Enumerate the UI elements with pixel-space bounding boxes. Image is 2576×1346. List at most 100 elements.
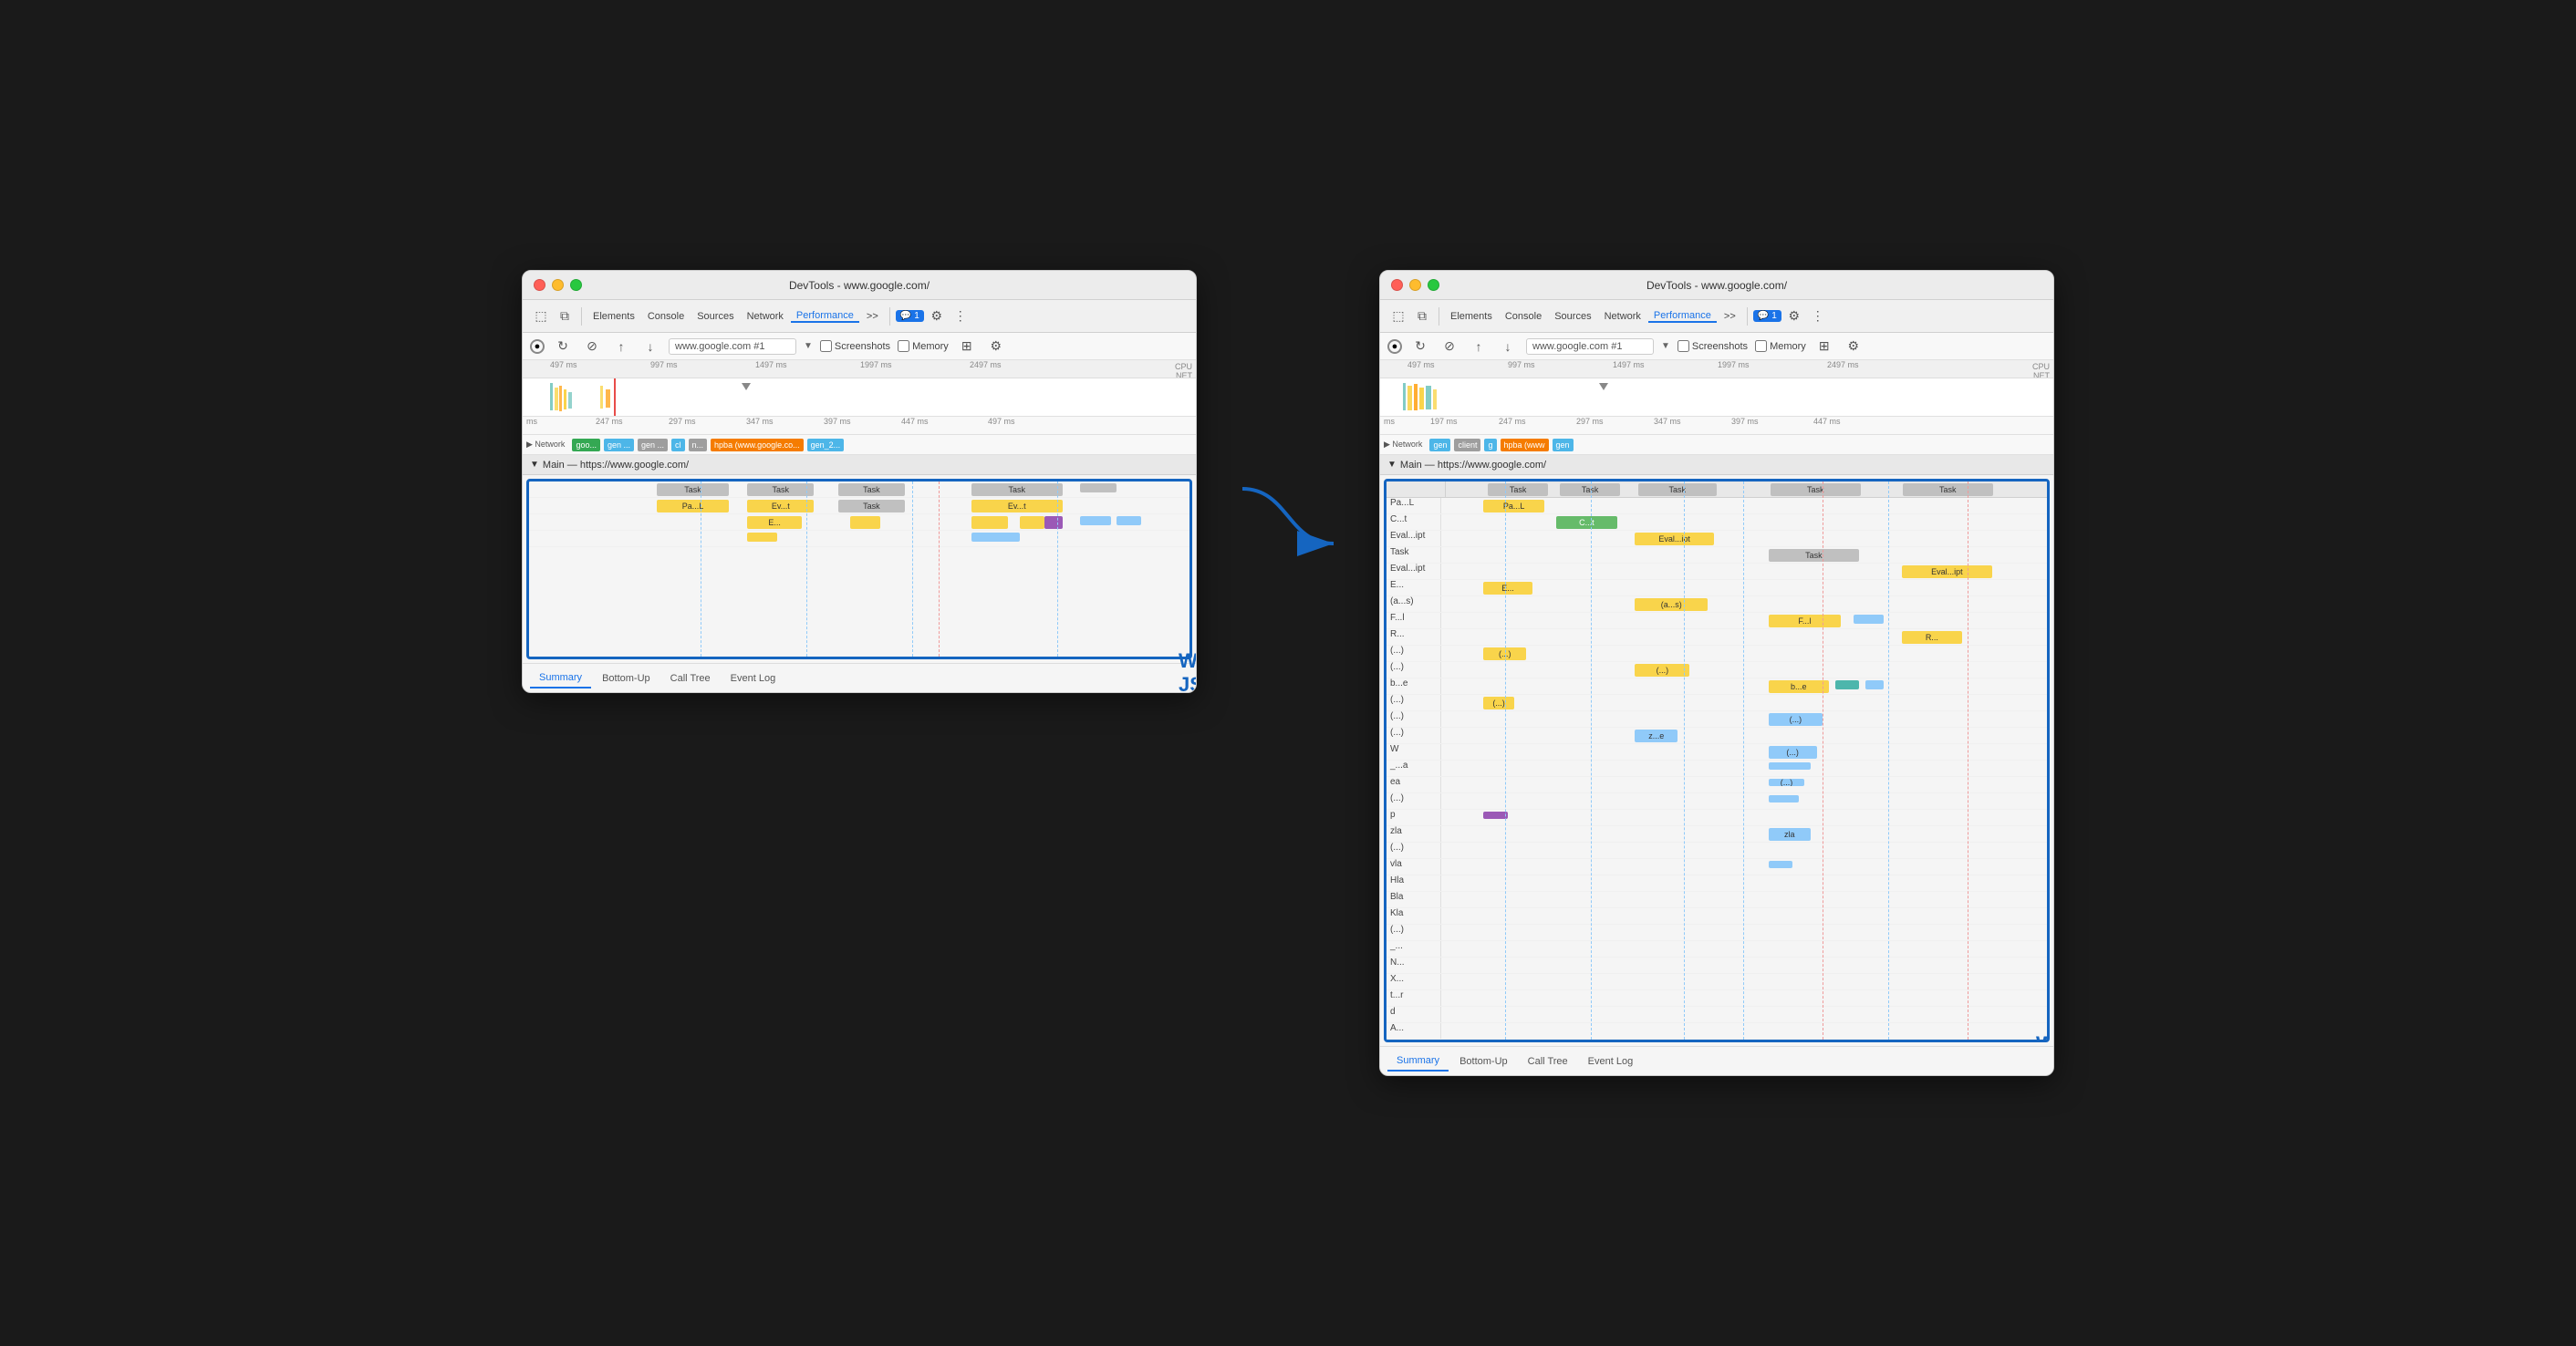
right-header-task2[interactable]: Task — [1560, 483, 1620, 496]
left-bar-task6[interactable]: Task — [838, 500, 905, 513]
right-bar-zla[interactable]: zla — [1769, 828, 1811, 841]
left-tab-sources[interactable]: Sources — [691, 311, 739, 322]
left-stop-icon[interactable]: ⊘ — [581, 336, 603, 357]
left-cursor-icon[interactable]: ⬚ — [530, 305, 552, 327]
left-bar-task5[interactable] — [1080, 483, 1117, 492]
left-memory-checkbox[interactable]: Memory — [898, 340, 949, 352]
right-refresh-icon[interactable]: ↻ — [1409, 336, 1431, 357]
right-bar-p-purple[interactable] — [1483, 812, 1508, 819]
left-tab-summary[interactable]: Summary — [530, 668, 591, 689]
right-bar-paren3[interactable]: (...) — [1483, 697, 1513, 709]
right-settings-icon[interactable]: ⚙ — [1843, 336, 1864, 357]
left-more-icon[interactable]: ⋮ — [950, 305, 971, 327]
left-refresh-icon[interactable]: ↻ — [552, 336, 574, 357]
left-bar-task1[interactable]: Task — [657, 483, 730, 496]
left-bar-yellow-sm1[interactable] — [850, 516, 880, 529]
right-bar-r[interactable]: R... — [1902, 631, 1962, 644]
left-tab-network[interactable]: Network — [742, 311, 789, 322]
left-tab-performance[interactable]: Performance — [791, 310, 859, 323]
right-header-task4[interactable]: Task — [1771, 483, 1861, 496]
left-tab-bottomup[interactable]: Bottom-Up — [593, 669, 660, 688]
right-screenshots-checkbox[interactable]: Screenshots — [1678, 340, 1748, 352]
right-bar-e[interactable]: E... — [1483, 582, 1532, 595]
left-maximize-button[interactable] — [570, 279, 582, 291]
left-bar-lb2[interactable] — [1117, 516, 1141, 525]
left-close-button[interactable] — [534, 279, 545, 291]
left-bar-lb1[interactable] — [1080, 516, 1110, 525]
right-header-task5[interactable]: Task — [1903, 483, 1993, 496]
right-bar-vla[interactable] — [1769, 861, 1793, 868]
left-bar-task2[interactable]: Task — [747, 483, 814, 496]
right-record-icon[interactable]: ● — [1387, 339, 1402, 354]
right-tab-calltree[interactable]: Call Tree — [1519, 1052, 1577, 1071]
right-bar-task[interactable]: Task — [1769, 549, 1860, 562]
right-minimize-button[interactable] — [1409, 279, 1421, 291]
right-tab-sources[interactable]: Sources — [1549, 311, 1596, 322]
left-minimize-button[interactable] — [552, 279, 564, 291]
right-gear-icon[interactable]: ⚙ — [1783, 305, 1805, 327]
left-bar-task4[interactable]: Task — [971, 483, 1063, 496]
right-memory-checkbox[interactable]: Memory — [1755, 340, 1806, 352]
right-tab-console[interactable]: Console — [1500, 311, 1547, 322]
left-tab-more[interactable]: >> — [861, 311, 884, 322]
right-memory-icon[interactable]: ⊞ — [1813, 336, 1835, 357]
left-bar-lbs1[interactable] — [971, 533, 1020, 542]
right-bar-lb-be[interactable] — [1865, 680, 1884, 689]
right-bar-eval1[interactable]: Eval...ipt — [1635, 533, 1713, 545]
right-tab-more[interactable]: >> — [1719, 311, 1741, 322]
right-bar-teal-be[interactable] — [1835, 680, 1860, 689]
left-download-icon[interactable]: ↓ — [639, 336, 661, 357]
right-tab-bottomup[interactable]: Bottom-Up — [1450, 1052, 1517, 1071]
right-bar-be[interactable]: b...e — [1769, 680, 1829, 693]
right-header-task1[interactable]: Task — [1488, 483, 1548, 496]
left-bar-purple1[interactable] — [1044, 516, 1063, 529]
right-bar-a[interactable] — [1769, 762, 1811, 770]
right-url-field[interactable]: www.google.com #1 — [1526, 338, 1654, 355]
right-tab-elements[interactable]: Elements — [1445, 311, 1498, 322]
right-tab-summary[interactable]: Summary — [1387, 1051, 1449, 1072]
left-bar-e[interactable]: E... — [747, 516, 802, 529]
left-layers-icon[interactable]: ⧉ — [554, 305, 576, 327]
right-url-chevron[interactable]: ▼ — [1661, 341, 1670, 351]
right-layers-icon[interactable]: ⧉ — [1411, 305, 1433, 327]
left-bar-evt1[interactable]: Ev...t — [747, 500, 814, 513]
left-bar-yellow-sm2[interactable] — [971, 516, 1008, 529]
right-tab-network[interactable]: Network — [1599, 311, 1646, 322]
left-settings-icon[interactable]: ⚙ — [985, 336, 1007, 357]
left-tab-calltree[interactable]: Call Tree — [661, 669, 720, 688]
left-screenshots-checkbox[interactable]: Screenshots — [820, 340, 890, 352]
right-bar-ct[interactable]: C...t — [1556, 516, 1616, 529]
right-more-icon[interactable]: ⋮ — [1807, 305, 1829, 327]
left-url-field[interactable]: www.google.com #1 — [669, 338, 796, 355]
right-close-button[interactable] — [1391, 279, 1403, 291]
left-bar-evt2[interactable]: Ev...t — [971, 500, 1063, 513]
left-tab-console[interactable]: Console — [642, 311, 690, 322]
left-upload-icon[interactable]: ↑ — [610, 336, 632, 357]
right-bar-paren6[interactable] — [1769, 795, 1799, 802]
left-bar-ys1[interactable] — [747, 533, 777, 542]
right-bar-lb-fl[interactable] — [1854, 615, 1884, 624]
left-bar-yellow-sm3[interactable] — [1020, 516, 1044, 529]
right-bar-as[interactable]: (a...s) — [1635, 598, 1708, 611]
left-bar-task3[interactable]: Task — [838, 483, 905, 496]
right-bar-paren2[interactable]: (...) — [1635, 664, 1689, 677]
right-bar-fl[interactable]: F...l — [1769, 615, 1842, 627]
right-bar-ze[interactable]: z...e — [1635, 730, 1677, 742]
left-url-chevron[interactable]: ▼ — [804, 341, 813, 351]
left-bar-pal[interactable]: Pa...L — [657, 500, 730, 513]
right-bar-w-paren[interactable]: (...) — [1769, 746, 1817, 759]
right-tab-performance[interactable]: Performance — [1648, 310, 1717, 323]
left-record-icon[interactable]: ● — [530, 339, 545, 354]
right-cursor-icon[interactable]: ⬚ — [1387, 305, 1409, 327]
right-bar-pal[interactable]: Pa...L — [1483, 500, 1543, 513]
right-maximize-button[interactable] — [1428, 279, 1439, 291]
left-gear-icon[interactable]: ⚙ — [926, 305, 948, 327]
right-tab-eventlog[interactable]: Event Log — [1579, 1052, 1643, 1071]
right-bar-ea-paren[interactable]: (...) — [1769, 779, 1805, 786]
right-upload-icon[interactable]: ↑ — [1468, 336, 1490, 357]
left-tab-eventlog[interactable]: Event Log — [722, 669, 785, 688]
left-tab-elements[interactable]: Elements — [587, 311, 640, 322]
right-stop-icon[interactable]: ⊘ — [1439, 336, 1460, 357]
right-bar-paren4[interactable]: (...) — [1769, 713, 1823, 726]
right-bar-eval2[interactable]: Eval...ipt — [1902, 565, 1993, 578]
